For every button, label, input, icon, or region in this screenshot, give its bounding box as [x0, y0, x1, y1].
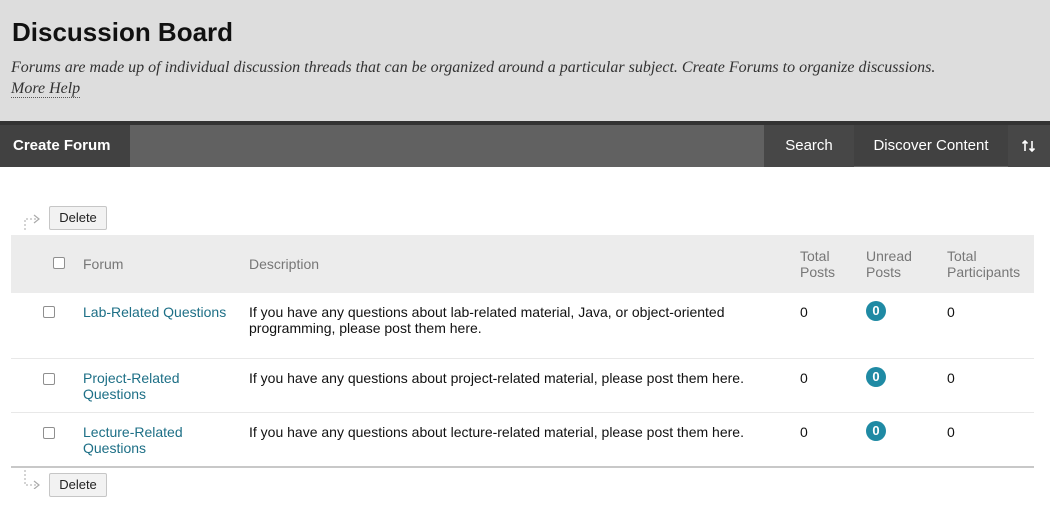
page-header: Discussion Board Forums are made up of i… [0, 0, 1050, 121]
unread-posts-badge[interactable]: 0 [866, 367, 886, 387]
table-row: Lab-Related Questions If you have any qu… [11, 293, 1034, 359]
column-header-forum[interactable]: Forum [83, 256, 123, 272]
total-posts-header-line2: Posts [800, 264, 836, 280]
total-participants-header-line2: Participants [947, 264, 1021, 280]
delete-button-top[interactable]: Delete [49, 206, 107, 230]
total-participants-value: 0 [947, 370, 955, 386]
unread-posts-header-line1: Unread [866, 248, 912, 264]
bulk-action-arrow-icon [24, 214, 40, 230]
total-posts-header-line1: Total [800, 248, 830, 264]
total-participants-value: 0 [947, 304, 955, 320]
page-description-text: Forums are made up of individual discuss… [11, 59, 936, 76]
bulk-action-arrow-icon [24, 470, 40, 489]
forum-link[interactable]: Lecture-Related Questions [83, 424, 213, 456]
row-checkbox[interactable] [43, 373, 55, 385]
page-title: Discussion Board [12, 17, 234, 47]
row-checkbox[interactable] [43, 306, 55, 318]
column-header-total-participants[interactable]: Total Participants [947, 248, 1020, 280]
sort-arrows-icon [1021, 139, 1036, 153]
total-participants-value: 0 [947, 424, 955, 440]
column-header-description[interactable]: Description [249, 256, 319, 272]
forum-description: If you have any questions about lab-rela… [249, 304, 725, 336]
select-all-checkbox[interactable] [53, 257, 65, 269]
unread-posts-badge[interactable]: 0 [866, 421, 886, 441]
unread-posts-badge[interactable]: 0 [866, 301, 886, 321]
column-header-unread-posts[interactable]: Unread Posts [866, 248, 912, 280]
search-button[interactable]: Search [764, 125, 854, 167]
table-row: Lecture-Related Questions If you have an… [11, 413, 1034, 468]
action-bar: Create Forum Search Discover Content [0, 121, 1050, 167]
total-posts-value: 0 [800, 370, 808, 386]
row-checkbox[interactable] [43, 427, 55, 439]
total-posts-value: 0 [800, 424, 808, 440]
discover-content-button[interactable]: Discover Content [854, 125, 1008, 167]
forums-table: Forum Description Total Posts Unread Pos… [11, 235, 1034, 468]
total-posts-value: 0 [800, 304, 808, 320]
total-participants-header-line1: Total [947, 248, 977, 264]
delete-button-bottom[interactable]: Delete [49, 473, 107, 497]
table-row: Project-Related Questions If you have an… [11, 359, 1034, 413]
forum-description: If you have any questions about lecture-… [249, 424, 744, 440]
more-help-link[interactable]: More Help [11, 80, 81, 98]
page-description: Forums are made up of individual discuss… [11, 57, 1041, 99]
forum-link[interactable]: Project-Related Questions [83, 370, 213, 402]
unread-posts-header-line2: Posts [866, 264, 902, 280]
column-header-total-posts[interactable]: Total Posts [800, 248, 835, 280]
create-forum-button[interactable]: Create Forum [0, 125, 130, 167]
forum-description: If you have any questions about project-… [249, 370, 744, 386]
table-header: Forum Description Total Posts Unread Pos… [11, 235, 1034, 293]
sort-icon[interactable] [1008, 125, 1050, 167]
toolbar-spacer [130, 125, 764, 167]
forum-link[interactable]: Lab-Related Questions [83, 304, 226, 320]
